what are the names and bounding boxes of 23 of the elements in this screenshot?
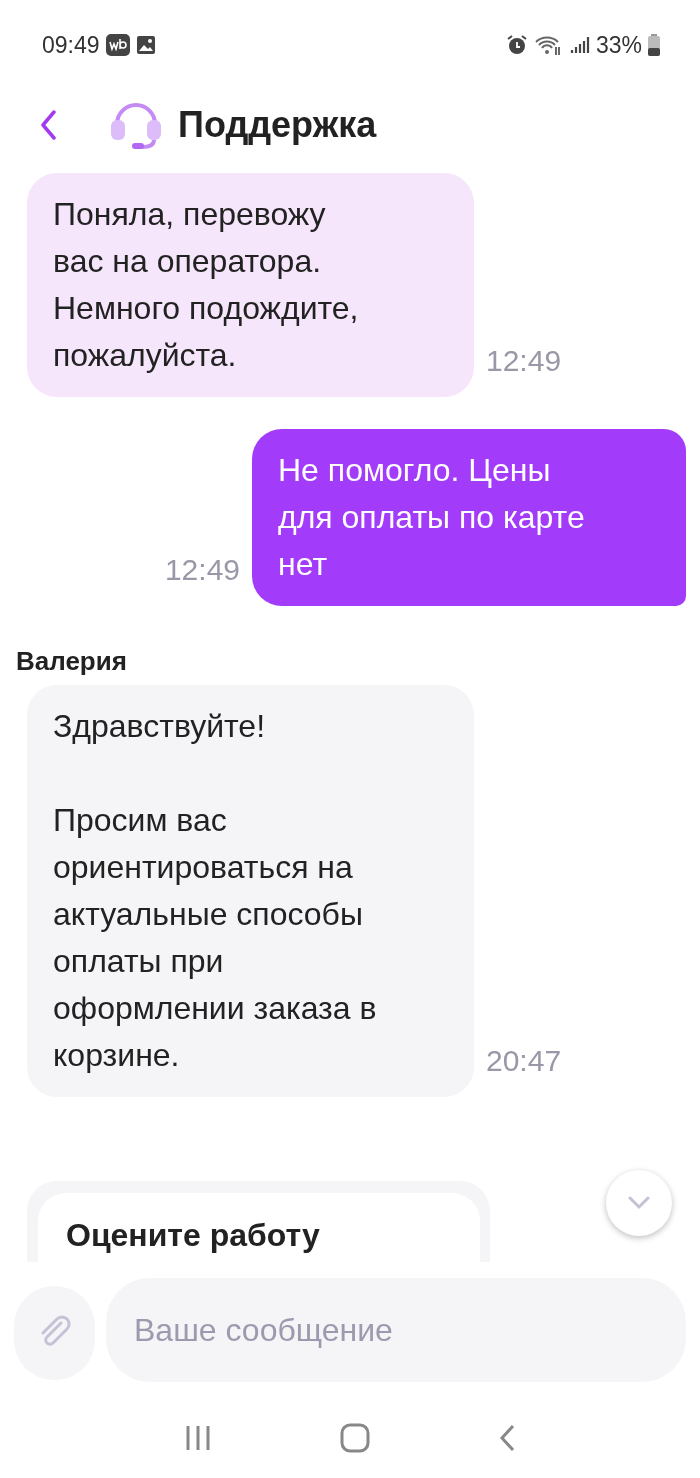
image-icon — [135, 35, 156, 55]
battery-percent: 33% — [595, 31, 642, 59]
chevron-down-icon — [628, 1196, 650, 1210]
back-icon — [40, 110, 56, 140]
received-message: Поняла, перевожу вас на оператора. Немного подождите, пожалуйста. — [27, 173, 474, 397]
message-time: 12:49 — [164, 552, 240, 588]
alarm-icon — [505, 34, 528, 56]
message-time: 12:49 — [486, 343, 562, 379]
back-icon — [498, 1423, 516, 1453]
sent-message: Не помогло. Цены для оплаты по карте нет — [252, 429, 686, 606]
headset-icon — [108, 100, 164, 150]
home-icon — [340, 1423, 370, 1453]
app-icon — [105, 34, 130, 56]
battery-icon — [648, 34, 660, 56]
rating-title: Оцените работу — [66, 1217, 320, 1253]
message-field[interactable]: Ваше сообщение — [106, 1278, 686, 1382]
signal-icon — [569, 35, 590, 55]
chat-title: Поддержка — [178, 104, 377, 146]
received-message: Здравствуйте! Просим вас ориентироваться на актуальные способы оплаты при оформлении заказа в корзине. — [27, 685, 474, 1097]
sender-name: Валерия — [16, 646, 127, 677]
message-time: 20:47 — [486, 1043, 562, 1079]
recent-apps-icon — [184, 1424, 212, 1452]
status-time: 09:49 — [42, 31, 100, 59]
